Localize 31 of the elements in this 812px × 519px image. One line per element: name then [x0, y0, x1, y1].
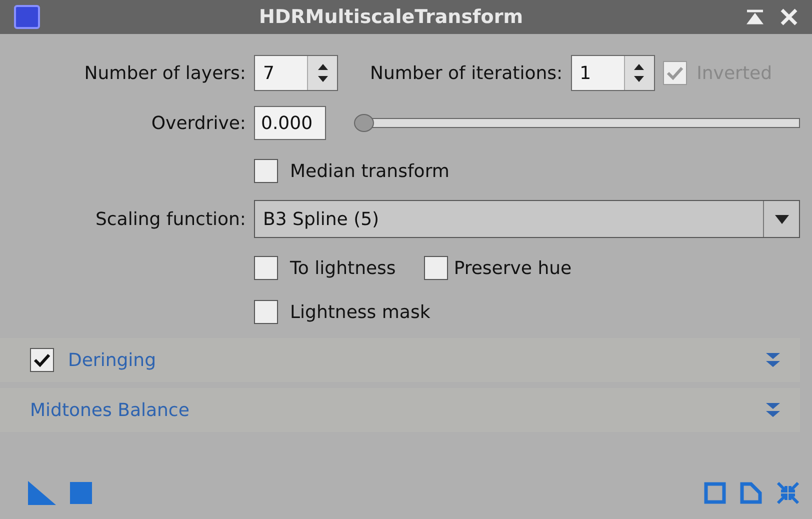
checkbox-label: To lightness — [290, 258, 396, 278]
checkbox[interactable] — [424, 256, 448, 280]
spin-box[interactable]: 1 — [570, 55, 655, 91]
caret-down-icon — [774, 214, 788, 224]
checkbox-label: Median transform — [290, 160, 450, 182]
spin-arrows[interactable] — [307, 56, 337, 90]
checkbox[interactable] — [254, 159, 278, 183]
checkmark-icon — [33, 352, 51, 368]
checkmark-icon — [666, 65, 684, 81]
spin-arrows[interactable] — [624, 56, 654, 90]
window-title: HDRMultiscaleTransform — [258, 6, 524, 28]
input-field[interactable]: 0.000 — [254, 106, 326, 140]
slider-thumb[interactable] — [354, 114, 374, 132]
section-title: Deringing — [68, 350, 156, 370]
window-icon — [14, 5, 40, 29]
expand-chevron-icon[interactable] — [764, 351, 782, 369]
dropdown[interactable]: B3 Spline (5) — [254, 200, 800, 238]
checkbox[interactable] — [254, 256, 278, 280]
checkbox-label: Preserve hue — [454, 258, 572, 278]
checkbox-label: Lightness mask — [290, 302, 430, 322]
field-label: Overdrive: — [150, 112, 246, 134]
field-label: Number of layers: — [83, 62, 246, 84]
spin-arrows-icon — [633, 62, 646, 84]
spin-box[interactable]: 7 — [254, 55, 338, 91]
section-title: Midtones Balance — [30, 400, 190, 420]
field-label: Number of iterations: — [370, 62, 563, 84]
spin-arrows-icon — [316, 62, 328, 84]
field-label: Scaling function: — [94, 208, 246, 230]
checkbox[interactable] — [30, 348, 54, 372]
checkbox[interactable] — [254, 300, 278, 324]
expand-chevron-icon[interactable] — [764, 401, 782, 419]
